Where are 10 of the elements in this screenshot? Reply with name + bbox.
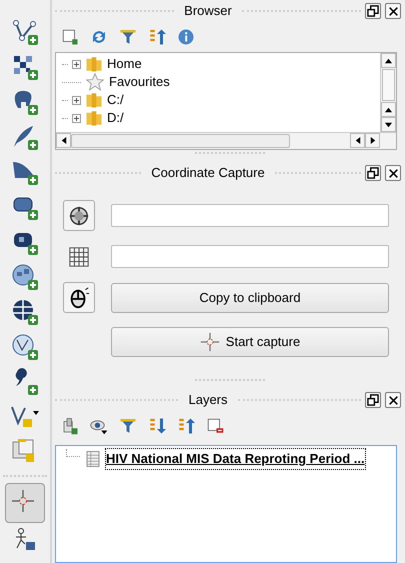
layer-item[interactable]: HIV National MIS Data Reproting Period ... xyxy=(106,449,365,468)
tree-item[interactable]: C:/ xyxy=(107,90,124,110)
panel-title: Coordinate Capture xyxy=(150,164,266,182)
tree-item[interactable]: Home xyxy=(107,54,142,74)
copy-to-clipboard-button[interactable]: Copy to clipboard xyxy=(111,282,389,312)
panel-title: Browser xyxy=(183,2,233,20)
tree-item[interactable]: Favourites xyxy=(109,72,170,92)
start-capture-button[interactable]: Start capture xyxy=(111,327,389,357)
panel-title: Layers xyxy=(187,391,229,410)
tree-item[interactable]: D:/ xyxy=(107,108,124,128)
